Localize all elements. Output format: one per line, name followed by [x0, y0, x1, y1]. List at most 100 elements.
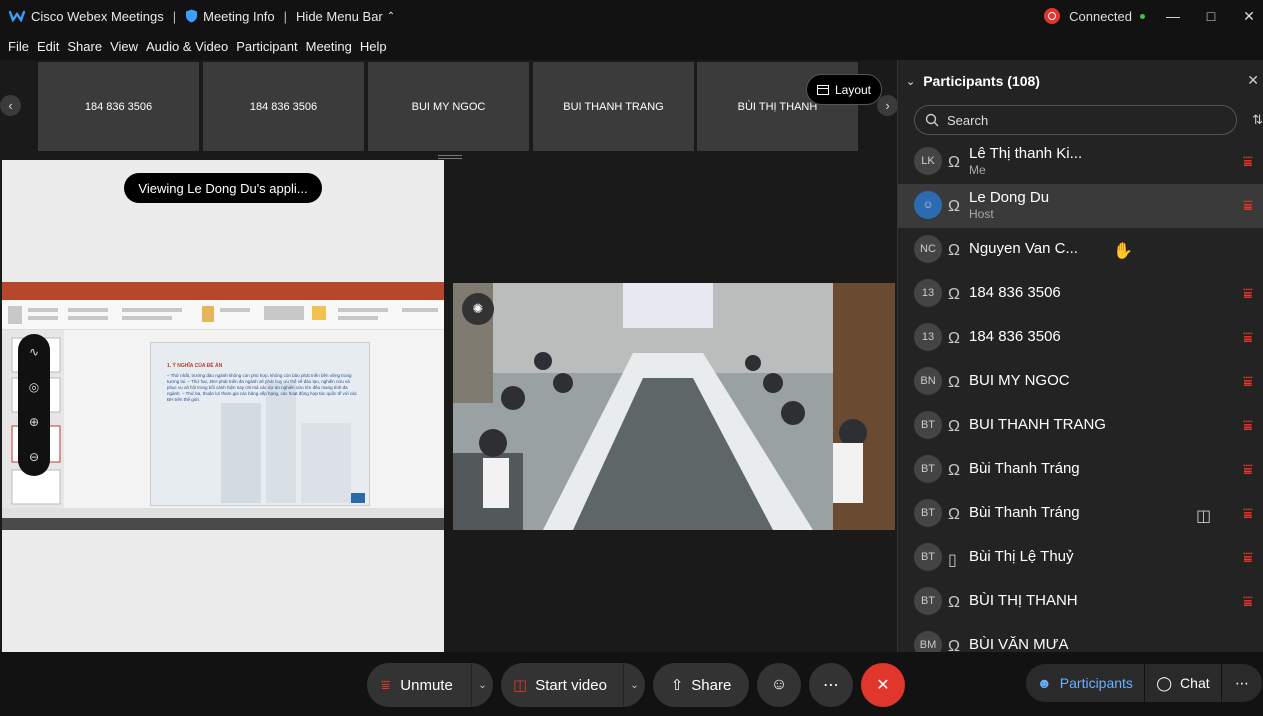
avatar: BT — [914, 543, 942, 571]
meeting-info-button[interactable]: Meeting Info — [185, 9, 275, 24]
participant-row[interactable]: 13 Ω 184 836 3506 ⩸ — [898, 316, 1263, 360]
participant-row[interactable]: 13 Ω 184 836 3506 ⩸ — [898, 272, 1263, 316]
video-tile[interactable]: 184 836 3506 — [203, 62, 364, 151]
participants-panel: ⌄ Participants (108) ✕ Search ⇅ LK Ω Lê … — [897, 60, 1263, 652]
meeting-info-label: Meeting Info — [203, 8, 275, 24]
participant-name: BÙI VĂN MƯA — [969, 636, 1069, 652]
participant-row[interactable]: BM Ω BÙI VĂN MƯA — [898, 624, 1263, 652]
participants-title: Participants (108) — [923, 73, 1040, 89]
app-name: Cisco Webex Meetings — [31, 8, 164, 24]
avatar: 13 — [914, 279, 942, 307]
headset-icon: Ω — [948, 242, 960, 259]
muted-mic-icon[interactable]: ⩸ — [1243, 550, 1253, 568]
muted-mic-icon[interactable]: ⩸ — [1243, 330, 1253, 348]
annotation-toolbar: ∿ ◎ ⊕ ⊖ — [18, 334, 50, 476]
start-video-button[interactable]: ◫ Start video ⌄ — [501, 663, 645, 707]
menu-meeting[interactable]: Meeting — [306, 39, 352, 54]
layout-label: Layout — [834, 82, 872, 97]
video-tile[interactable]: BUI THANH TRANG — [533, 62, 694, 151]
headset-icon: Ω — [948, 374, 960, 391]
annotate-pen-icon[interactable]: ∿ — [18, 334, 50, 369]
tile-name: BUI MY NGOC — [411, 100, 486, 113]
zoom-out-icon[interactable]: ⊖ — [18, 439, 50, 474]
more-icon: ⋯ — [1235, 674, 1249, 691]
participant-row[interactable]: BT Ω Bùi Thanh Tráng ⩸ — [898, 448, 1263, 492]
menu-share[interactable]: Share — [67, 39, 102, 54]
chat-panel-button[interactable]: ◯ Chat — [1145, 664, 1221, 702]
layout-button[interactable]: Layout — [806, 74, 882, 105]
tile-name: 184 836 3506 — [84, 100, 153, 113]
muted-mic-icon[interactable]: ⩸ — [1243, 594, 1253, 612]
muted-mic-icon[interactable]: ⩸ — [1243, 374, 1253, 392]
slide-heading: 1. Ý NGHĨA CỦA ĐỀ ÁN — [167, 363, 223, 369]
participants-header[interactable]: ⌄ Participants (108) — [898, 60, 1263, 102]
video-tile[interactable]: BUI MY NGOC — [368, 62, 529, 151]
headset-icon: Ω — [948, 594, 960, 611]
muted-mic-icon[interactable]: ⩸ — [1243, 286, 1253, 304]
viewing-indicator: Viewing Le Dong Du's appli... — [124, 173, 322, 203]
close-window-button[interactable]: ✕ — [1235, 0, 1263, 32]
leave-meeting-button[interactable]: ✕ — [861, 663, 905, 707]
chevron-left-icon: ‹ — [8, 98, 13, 113]
menu-audio-video[interactable]: Audio & Video — [146, 39, 228, 54]
person-icon: ☻ — [1037, 675, 1052, 691]
minimize-button[interactable]: — — [1159, 0, 1187, 32]
muted-mic-icon[interactable]: ⩸ — [1243, 198, 1253, 216]
share-label: Share — [691, 676, 732, 694]
muted-mic-icon[interactable]: ⩸ — [1243, 462, 1253, 480]
conference-room-video-graphic — [453, 283, 895, 530]
filmstrip-next-button[interactable]: › — [877, 95, 898, 116]
participant-row[interactable]: NC Ω Nguyen Van C... ✋ — [898, 228, 1263, 272]
participant-row[interactable]: ☺ Ω Le Dong Du Host ⩸ — [898, 184, 1263, 228]
slide-body-text: – Thứ nhất, trường đào ngành không còn p… — [167, 373, 357, 402]
unmute-button[interactable]: ⩸ Unmute ⌄ — [367, 663, 493, 707]
active-speaker-video[interactable] — [453, 283, 895, 530]
participant-row[interactable]: LK Ω Lê Thị thanh Ki... Me ⩸ — [898, 140, 1263, 184]
chevron-down-icon[interactable]: ⌄ — [471, 663, 493, 707]
reactions-button[interactable]: ☺ — [757, 663, 801, 707]
title-bar: Cisco Webex Meetings | Meeting Info | Hi… — [0, 0, 1263, 32]
chevron-down-icon[interactable]: ⌄ — [906, 75, 915, 88]
muted-mic-icon[interactable]: ⩸ — [1243, 418, 1253, 436]
close-panel-button[interactable]: ✕ — [1247, 72, 1259, 89]
participant-row[interactable]: BT Ω BUI THANH TRANG ⩸ — [898, 404, 1263, 448]
maximize-button[interactable]: □ — [1197, 0, 1225, 32]
participant-search-input[interactable]: Search — [914, 105, 1237, 135]
participant-name: BÙI THỊ THANH — [969, 592, 1078, 609]
chat-button-label: Chat — [1180, 675, 1210, 691]
participant-row[interactable]: BT ▯ Bùi Thị Lệ Thuỷ ⩸ — [898, 536, 1263, 580]
hide-menu-bar-button[interactable]: Hide Menu Bar ⌃ — [296, 9, 395, 24]
start-video-label: Start video — [535, 676, 607, 694]
ppt-taskbar — [2, 518, 444, 530]
participant-name: 184 836 3506 — [969, 328, 1061, 345]
menu-edit[interactable]: Edit — [37, 39, 59, 54]
pointer-icon[interactable]: ◎ — [18, 369, 50, 404]
chevron-down-icon[interactable]: ⌄ — [623, 663, 645, 707]
share-button[interactable]: ⇧ Share — [653, 663, 749, 707]
participant-row[interactable]: BT Ω BÙI THỊ THANH ⩸ — [898, 580, 1263, 624]
video-tile[interactable]: 184 836 3506 — [38, 62, 199, 151]
phone-icon: ▯ — [948, 552, 957, 569]
menu-view[interactable]: View — [110, 39, 138, 54]
sort-icon[interactable]: ⇅ — [1252, 112, 1263, 128]
headset-icon: Ω — [948, 638, 960, 652]
muted-mic-icon[interactable]: ⩸ — [1243, 506, 1253, 524]
participant-row[interactable]: BN Ω BUI MY NGOC ⩸ — [898, 360, 1263, 404]
more-panels-button[interactable]: ⋯ — [1222, 664, 1262, 702]
muted-mic-icon[interactable]: ⩸ — [1243, 154, 1253, 172]
pin-video-button[interactable]: ✺ — [462, 293, 494, 325]
participants-panel-button[interactable]: ☻ Participants — [1026, 664, 1144, 702]
more-options-button[interactable]: ⋯ — [809, 663, 853, 707]
menu-file[interactable]: File — [8, 39, 29, 54]
webex-logo-icon — [9, 10, 25, 22]
filmstrip-prev-button[interactable]: ‹ — [0, 95, 21, 116]
menu-participant[interactable]: Participant — [236, 39, 297, 54]
zoom-in-icon[interactable]: ⊕ — [18, 404, 50, 439]
avatar: 13 — [914, 323, 942, 351]
participant-role: Me — [969, 163, 986, 177]
participant-name: BUI MY NGOC — [969, 372, 1070, 389]
close-icon: ✕ — [876, 677, 890, 694]
resize-handle[interactable] — [438, 155, 462, 159]
participant-row[interactable]: BT Ω Bùi Thanh Tráng ◫ ⩸ — [898, 492, 1263, 536]
menu-help[interactable]: Help — [360, 39, 387, 54]
